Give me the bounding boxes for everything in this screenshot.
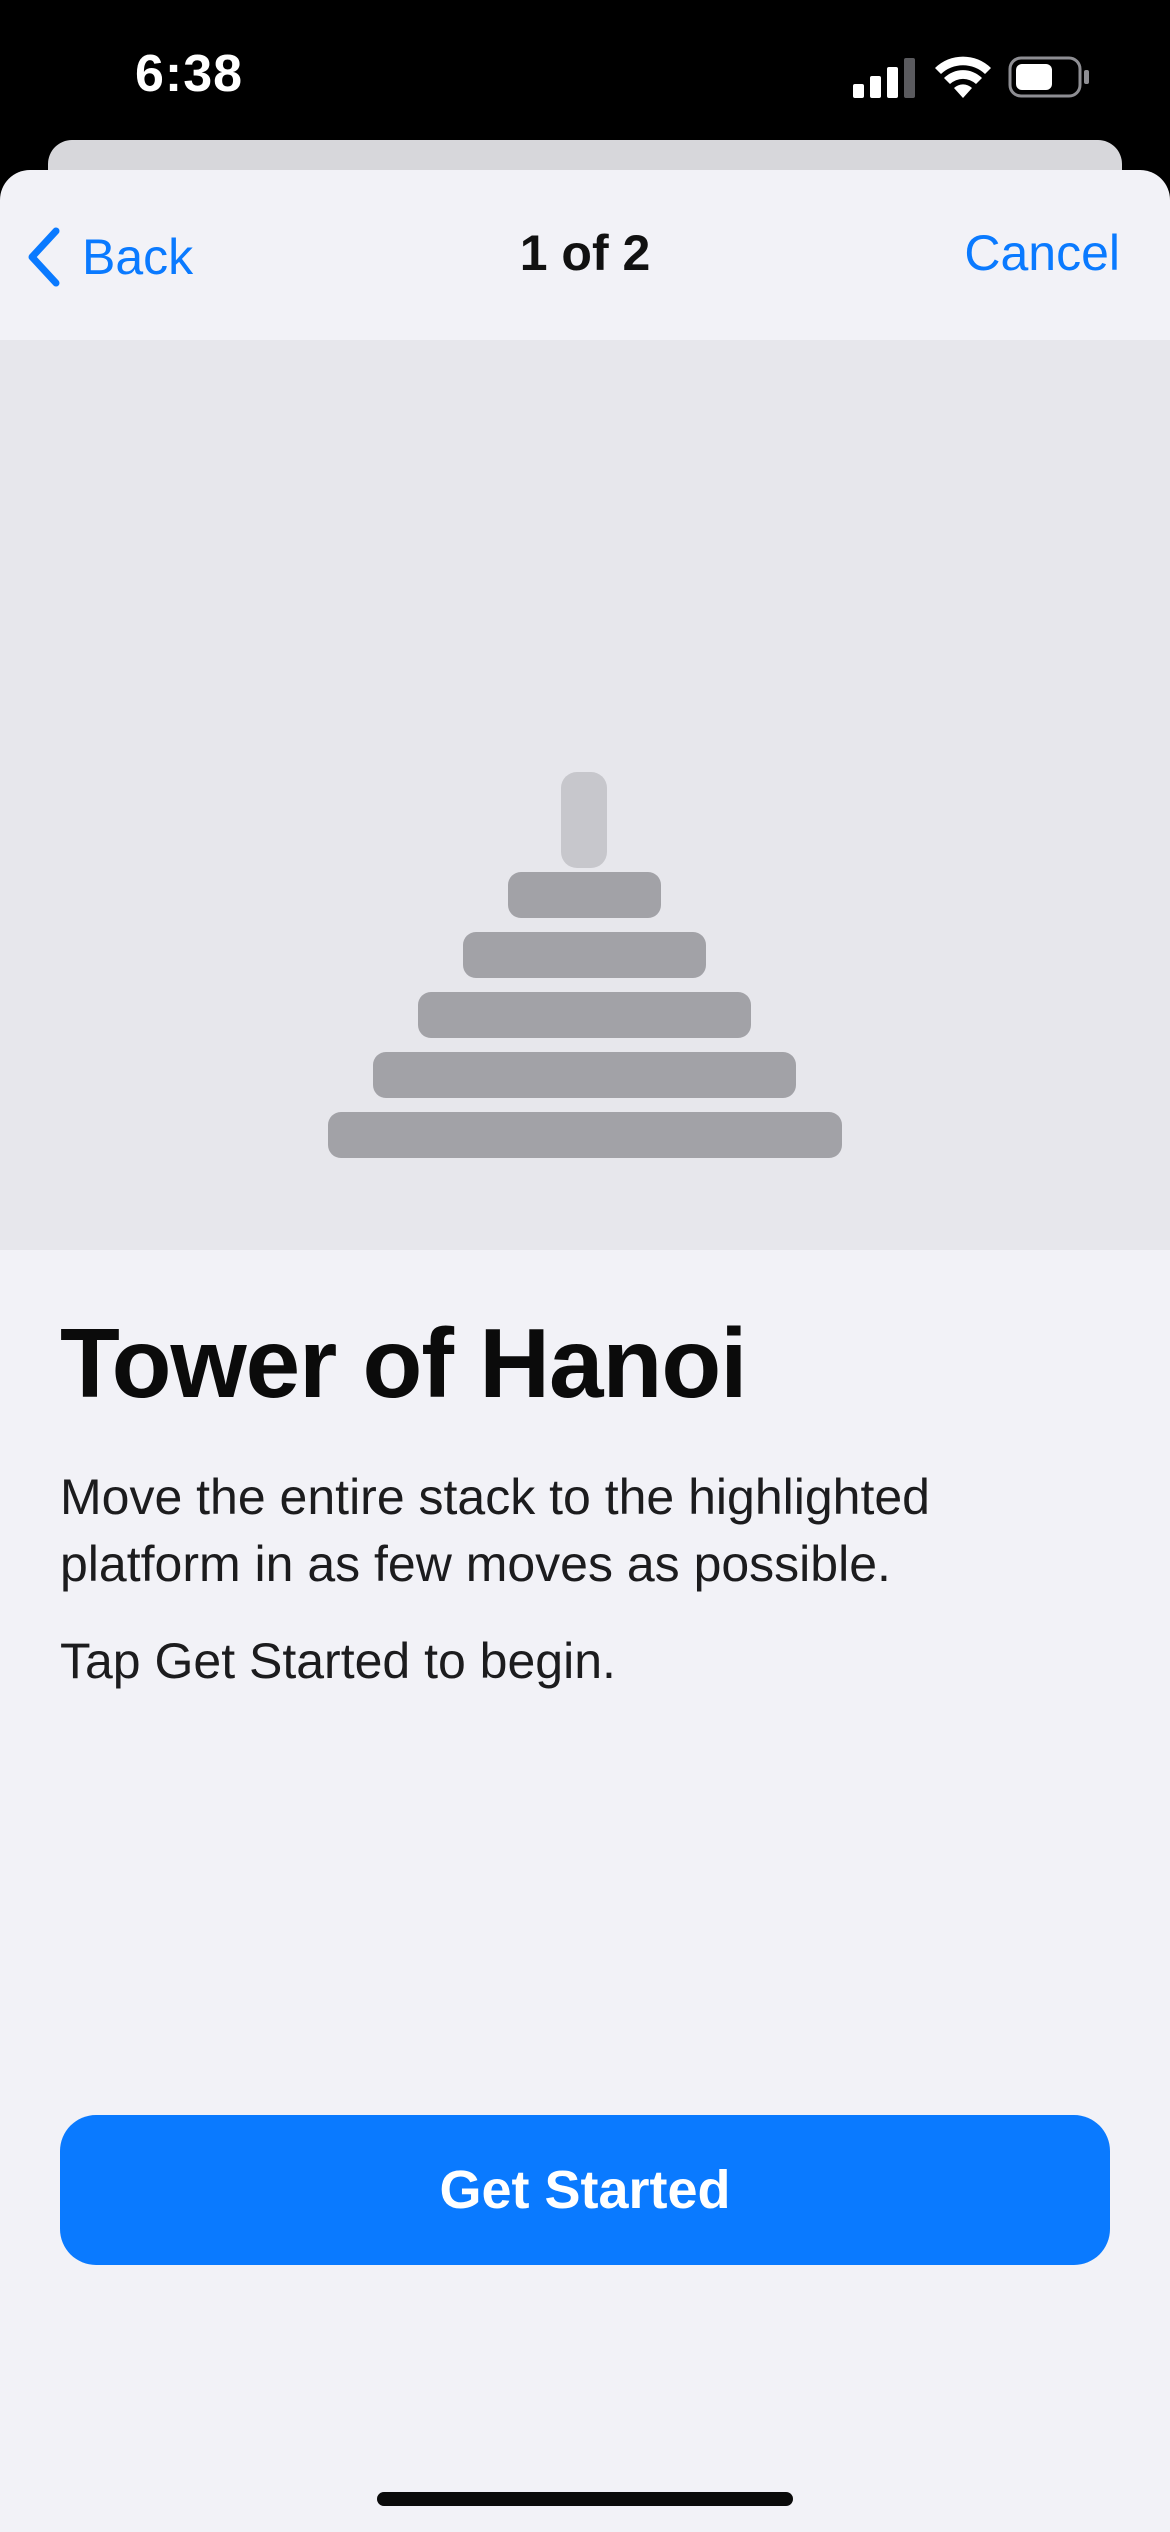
page-title: Tower of Hanoi xyxy=(60,1308,748,1418)
get-started-button[interactable]: Get Started xyxy=(60,2115,1110,2265)
disk-4 xyxy=(373,1052,796,1098)
battery-icon xyxy=(1008,56,1089,98)
content: Tower of Hanoi Move the entire stack to … xyxy=(60,1308,1110,1695)
cancel-button[interactable]: Cancel xyxy=(964,224,1120,282)
wifi-icon xyxy=(935,56,991,98)
onboarding-sheet: Back 1 of 2 Cancel Tower of Hanoi Move t… xyxy=(0,170,1170,2532)
disk-1 xyxy=(508,872,661,918)
hint-text: Tap Get Started to begin. xyxy=(60,1632,616,1689)
disk-2 xyxy=(463,932,706,978)
home-indicator xyxy=(377,2492,793,2506)
screen: 6:38 Back 1 of 2 Cancel Tower of Hanoi M… xyxy=(0,0,1170,2532)
disk-3 xyxy=(418,992,751,1038)
get-started-label: Get Started xyxy=(439,2160,731,2220)
illustration-panel xyxy=(0,340,1170,1250)
description-text: Move the entire stack to the highlighted… xyxy=(60,1468,930,1592)
cellular-signal-icon xyxy=(853,58,915,98)
status-time: 6:38 xyxy=(135,45,244,103)
disk-5 xyxy=(328,1112,842,1158)
navigation-bar: Back 1 of 2 Cancel xyxy=(0,170,1170,340)
peg xyxy=(561,772,607,868)
status-bar: 6:38 xyxy=(0,0,1170,140)
tower-of-hanoi-icon xyxy=(328,772,842,1158)
